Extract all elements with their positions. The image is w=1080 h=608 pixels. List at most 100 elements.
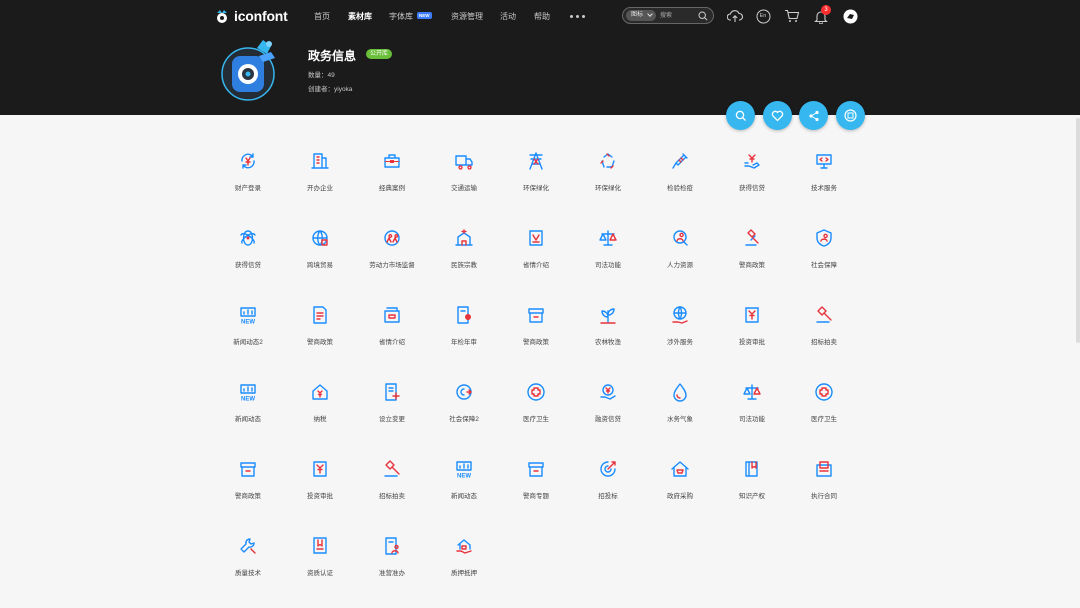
icon-item[interactable]: 社会保障2	[428, 381, 500, 458]
plant-icon	[598, 305, 618, 325]
icon-item[interactable]: 农林牧渔	[572, 304, 644, 381]
icon-item[interactable]: 环保绿化	[572, 150, 644, 227]
favorite-button[interactable]	[763, 101, 792, 130]
scrollbar[interactable]	[1076, 118, 1080, 343]
share-button[interactable]	[799, 101, 828, 130]
share-icon	[808, 110, 819, 121]
icon-item[interactable]: 警商政策	[212, 458, 284, 535]
icon-label: 资质认证	[307, 570, 333, 577]
icon-item[interactable]: 警商专题	[500, 458, 572, 535]
heart-icon	[771, 110, 784, 121]
search-library-button[interactable]	[726, 101, 755, 130]
archive-icon	[238, 459, 258, 479]
icon-item[interactable]: 政府采购	[644, 458, 716, 535]
svg-text:NEW: NEW	[457, 474, 471, 480]
icon-item[interactable]: 省情介绍	[500, 227, 572, 304]
icon-item[interactable]: 财产登录	[212, 150, 284, 227]
icon-item[interactable]: 质押抵押	[428, 535, 500, 608]
icon-item[interactable]: 准营准办	[356, 535, 428, 608]
search-icon[interactable]	[698, 11, 708, 21]
globe-icon	[310, 228, 330, 248]
icon-item[interactable]: 水务气象	[644, 381, 716, 458]
doc-plus-icon	[382, 382, 402, 402]
yen-doc-icon	[742, 305, 762, 325]
house-hand-icon	[454, 536, 474, 556]
doc-user-icon	[382, 536, 402, 556]
library-settings-button[interactable]	[836, 101, 865, 130]
notification-count-badge: 3	[821, 5, 831, 15]
syringe-icon	[670, 151, 690, 171]
icon-item[interactable]: 交通运输	[428, 150, 500, 227]
icon-label: 质量技术	[235, 570, 261, 577]
icon-item[interactable]: 警商政策	[716, 227, 788, 304]
icon-label: 获得信贷	[235, 262, 261, 269]
icon-item[interactable]: 警商政策	[500, 304, 572, 381]
icon-item[interactable]: 检验检疫	[644, 150, 716, 227]
icon-item[interactable]: 资质认证	[284, 535, 356, 608]
icon-label: 环保绿化	[595, 185, 621, 192]
icon-label: 跨境贸易	[307, 262, 333, 269]
icon-item[interactable]: 民族宗教	[428, 227, 500, 304]
icon-item[interactable]: 省情介绍	[356, 304, 428, 381]
svg-text:NEW: NEW	[241, 397, 255, 403]
icon-item[interactable]: 劳动力市场监督	[356, 227, 428, 304]
icon-item[interactable]: NEW 新闻动态2	[212, 304, 284, 381]
brand-logo[interactable]: iconfont	[213, 6, 288, 26]
icon-item[interactable]: 纳税	[284, 381, 356, 458]
icon-item[interactable]: 投资审批	[716, 304, 788, 381]
user-avatar[interactable]	[841, 7, 859, 25]
icon-item[interactable]: NEW 新闻动态	[428, 458, 500, 535]
icon-item[interactable]: 年检年审	[428, 304, 500, 381]
icon-item[interactable]: 医疗卫生	[788, 381, 860, 458]
icon-item[interactable]: 环保绿化	[500, 150, 572, 227]
icon-item[interactable]: 技术服务	[788, 150, 860, 227]
search-type-select[interactable]: 图标	[626, 10, 656, 21]
icon-item[interactable]: 开办企业	[284, 150, 356, 227]
nav-resource-management[interactable]: 资源管理	[451, 11, 483, 22]
icon-item[interactable]: 人力资源	[644, 227, 716, 304]
language-toggle[interactable]: En	[754, 7, 772, 25]
icon-item[interactable]: 获得信贷	[212, 227, 284, 304]
search-box: 图标	[622, 7, 714, 24]
upload-cloud-icon[interactable]	[726, 7, 744, 25]
nav-home[interactable]: 首页	[314, 11, 330, 22]
icon-item[interactable]: 质量技术	[212, 535, 284, 608]
icon-label: 执行合同	[811, 493, 837, 500]
book-icon	[742, 459, 762, 479]
icon-label: 设立变更	[379, 416, 405, 423]
icon-item[interactable]: 司法功能	[716, 381, 788, 458]
nav-material-library[interactable]: 素材库	[348, 11, 372, 22]
icon-label: 新闻动态	[235, 416, 261, 423]
icon-item[interactable]: 获得信贷	[716, 150, 788, 227]
icon-item[interactable]: 经典案例	[356, 150, 428, 227]
icon-item[interactable]: 司法功能	[572, 227, 644, 304]
icon-item[interactable]: 设立变更	[356, 381, 428, 458]
search-input[interactable]	[660, 10, 698, 21]
icon-label: 招投标	[598, 493, 618, 500]
icon-label: 民族宗教	[451, 262, 477, 269]
icon-item[interactable]: 知识产权	[716, 458, 788, 535]
icon-item[interactable]: 跨境贸易	[284, 227, 356, 304]
icon-item[interactable]: 社会保障	[788, 227, 860, 304]
icon-item[interactable]: 招标拍卖	[356, 458, 428, 535]
icon-item[interactable]: 医疗卫生	[500, 381, 572, 458]
icon-item[interactable]: NEW 新闻动态	[212, 381, 284, 458]
icon-label: 警商专题	[523, 493, 549, 500]
icon-item[interactable]: 招投标	[572, 458, 644, 535]
icon-item[interactable]: 执行合同	[788, 458, 860, 535]
icon-label: 社会保障2	[449, 416, 479, 423]
nav-activities[interactable]: 活动	[500, 11, 516, 22]
icon-item[interactable]: 融资信贷	[572, 381, 644, 458]
icon-label: 获得信贷	[739, 185, 765, 192]
icon-item[interactable]: 招标拍卖	[788, 304, 860, 381]
document-icon	[310, 305, 330, 325]
icon-item[interactable]: 投资审批	[284, 458, 356, 535]
icon-label: 融资信贷	[595, 416, 621, 423]
icon-item[interactable]: 涉外服务	[644, 304, 716, 381]
more-menu-icon[interactable]	[570, 15, 585, 18]
house-yen-icon	[310, 382, 330, 402]
nav-font-library[interactable]: 字体库	[389, 11, 413, 22]
cart-icon[interactable]	[783, 7, 801, 25]
icon-item[interactable]: 警商政策	[284, 304, 356, 381]
nav-help[interactable]: 帮助	[534, 11, 550, 22]
